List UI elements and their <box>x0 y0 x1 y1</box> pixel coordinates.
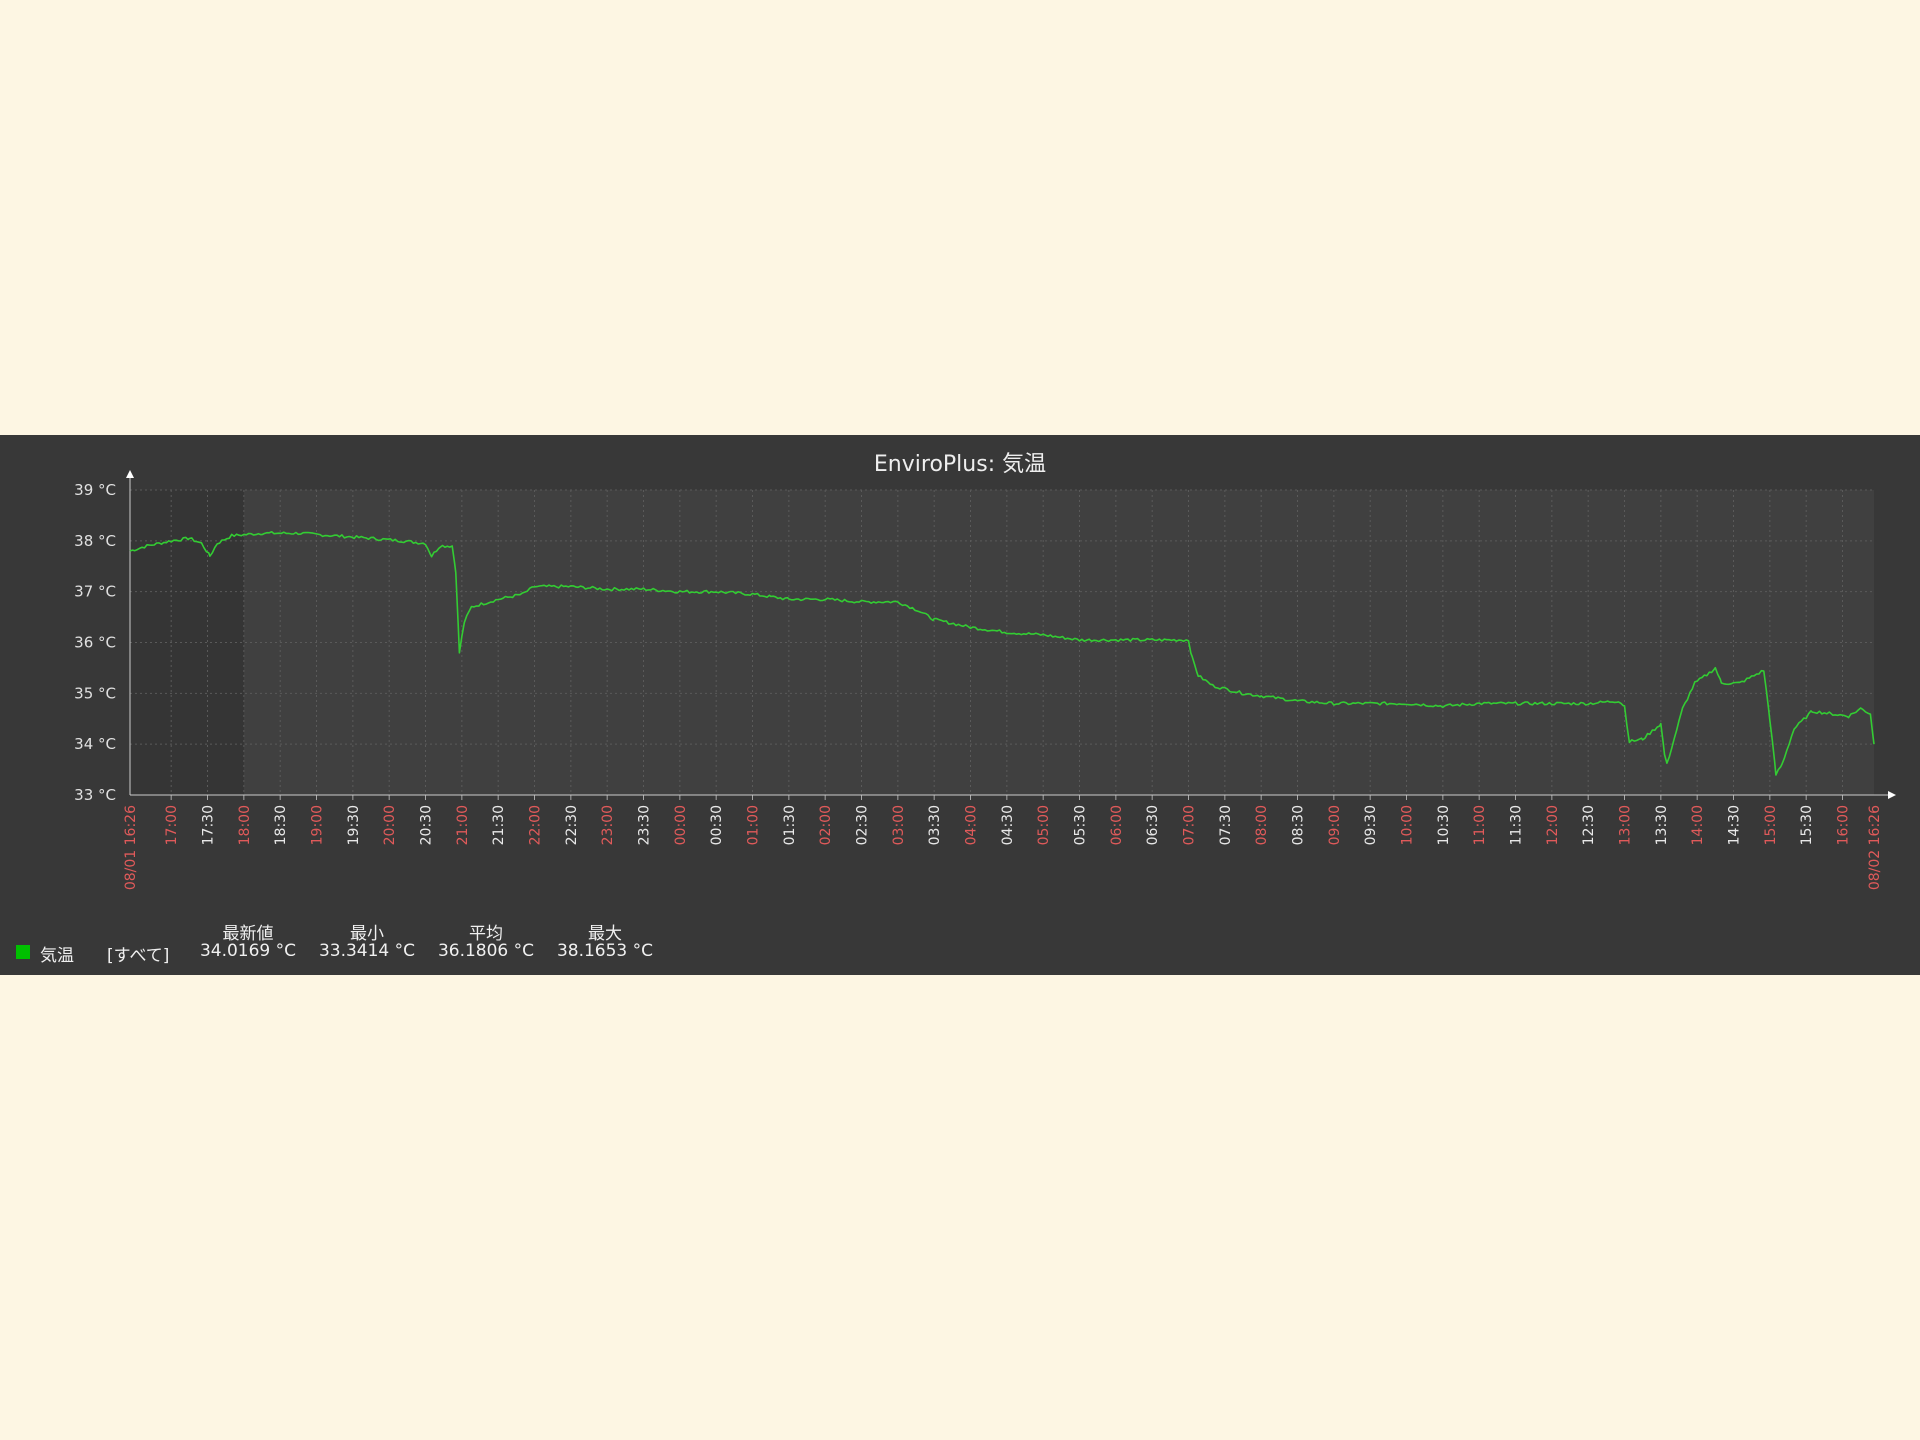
x-tick-label: 20:00 <box>382 805 398 845</box>
x-tick-label: 18:30 <box>273 805 289 845</box>
x-tick-label: 14:00 <box>1690 805 1706 845</box>
x-tick-label: 19:00 <box>310 805 326 845</box>
legend-value-last: 34.0169 °C <box>199 941 297 961</box>
x-tick-label: 12:00 <box>1545 805 1561 845</box>
x-tick-label: 02:30 <box>855 805 871 845</box>
x-tick-label: 08:30 <box>1291 805 1307 845</box>
legend-function: [すべて] <box>107 946 170 966</box>
y-tick-label: 36 °C <box>74 634 116 652</box>
x-tick-label: 17:00 <box>164 805 180 845</box>
x-tick-label: 09:00 <box>1327 805 1343 845</box>
x-tick-label: 00:30 <box>709 805 725 845</box>
x-tick-label: 13:30 <box>1654 805 1670 845</box>
x-tick-label: 07:00 <box>1182 805 1198 845</box>
x-tick-label: 03:30 <box>927 805 943 845</box>
x-tick-label: 10:30 <box>1436 805 1452 845</box>
x-tick-label: 04:30 <box>1000 805 1016 845</box>
x-tick-label: 04:00 <box>964 805 980 845</box>
x-tick-label: 15:00 <box>1763 805 1779 845</box>
legend-value-avg: 36.1806 °C <box>437 941 535 961</box>
x-tick-label: 05:30 <box>1073 805 1089 845</box>
x-tick-label: 23:00 <box>600 805 616 845</box>
y-tick-label: 33 °C <box>74 786 116 804</box>
x-tick-label: 01:30 <box>782 805 798 845</box>
x-tick-label: 21:30 <box>491 805 507 845</box>
x-tick-label: 20:30 <box>419 805 435 845</box>
x-tick-label: 05:00 <box>1036 805 1052 845</box>
x-tick-label: 01:00 <box>746 805 762 845</box>
legend: 気温 [すべて] 最新値 34.0169 °C 最小 33.3414 °C 平均… <box>0 911 800 971</box>
x-tick-label: 06:30 <box>1145 805 1161 845</box>
legend-value-min: 33.3414 °C <box>318 941 416 961</box>
x-tick-label: 06:00 <box>1109 805 1125 845</box>
x-axis-arrow <box>1888 791 1896 799</box>
x-tick-label: 17:30 <box>201 805 217 845</box>
x-tick-label: 21:00 <box>455 805 471 845</box>
x-tick-label: 15:30 <box>1799 805 1815 845</box>
y-tick-label: 35 °C <box>74 684 116 702</box>
x-tick-label: 07:30 <box>1218 805 1234 845</box>
y-tick-label: 39 °C <box>74 481 116 499</box>
x-tick-label: 02:00 <box>818 805 834 845</box>
chart-title: EnviroPlus: 気温 <box>874 452 1046 477</box>
y-tick-label: 34 °C <box>74 735 116 753</box>
x-tick-label: 14:30 <box>1727 805 1743 845</box>
x-tick-label: 22:30 <box>564 805 580 845</box>
legend-swatch <box>16 945 30 959</box>
x-tick-label: 08:00 <box>1254 805 1270 845</box>
legend-series-name: 気温 <box>40 946 74 966</box>
x-tick-label: 22:00 <box>528 805 544 845</box>
x-tick-label: 13:00 <box>1618 805 1634 845</box>
x-tick-label: 11:00 <box>1472 805 1488 845</box>
x-tick-label: 19:30 <box>346 805 362 845</box>
x-tick-label: 08/02 16:26 <box>1867 805 1883 890</box>
x-tick-label: 23:30 <box>637 805 653 845</box>
x-tick-label: 10:00 <box>1400 805 1416 845</box>
x-tick-label: 00:00 <box>673 805 689 845</box>
temperature-line-chart: EnviroPlus: 気温 33 °C 34 °C 35 °C 36 °C 37 °C… <box>74 452 1896 890</box>
x-tick-label: 09:30 <box>1363 805 1379 845</box>
x-tick-label: 03:00 <box>891 805 907 845</box>
x-tick-label: 11:30 <box>1509 805 1525 845</box>
x-tick-label: 18:00 <box>237 805 253 845</box>
legend-value-max: 38.1653 °C <box>556 941 654 961</box>
graph-panel: EnviroPlus: 気温 33 °C 34 °C 35 °C 36 °C 37 °C… <box>0 435 1920 975</box>
x-tick-label: 08/01 16:26 <box>123 805 139 890</box>
x-tick-label: 16:00 <box>1836 805 1852 845</box>
y-axis-arrow <box>126 470 134 478</box>
y-tick-label: 38 °C <box>74 532 116 550</box>
y-tick-label: 37 °C <box>74 583 116 601</box>
x-tick-label: 12:30 <box>1581 805 1597 845</box>
